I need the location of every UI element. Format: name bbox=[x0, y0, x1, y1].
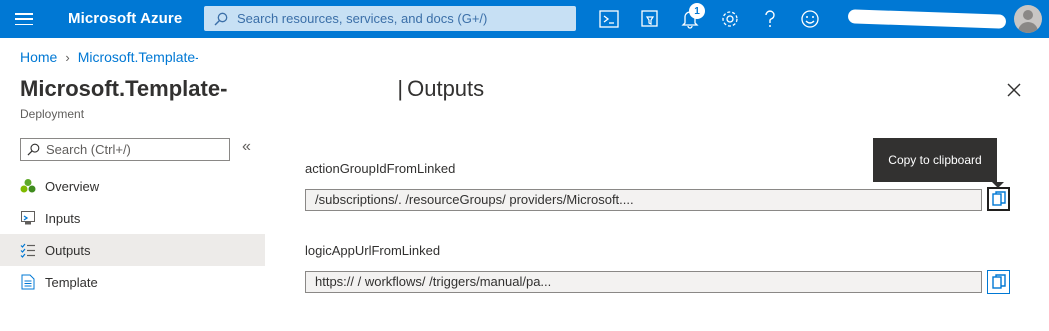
nav-item-template[interactable]: Template bbox=[0, 266, 265, 298]
nav-item-overview[interactable]: Overview bbox=[0, 170, 265, 202]
copy-to-clipboard-button[interactable] bbox=[987, 270, 1010, 294]
nav-item-label: Outputs bbox=[45, 242, 91, 258]
collapse-nav-icon[interactable]: « bbox=[242, 138, 251, 156]
cloud-shell-icon[interactable] bbox=[598, 8, 620, 30]
brand-title[interactable]: Microsoft Azure bbox=[68, 10, 182, 27]
settings-gear-icon[interactable] bbox=[719, 8, 741, 30]
nav-item-label: Overview bbox=[45, 178, 100, 194]
avatar[interactable] bbox=[1014, 5, 1042, 33]
help-icon[interactable] bbox=[759, 8, 781, 30]
copy-icon bbox=[991, 191, 1006, 206]
tooltip-beak bbox=[992, 182, 1004, 188]
nav-item-inputs[interactable]: Inputs bbox=[0, 202, 265, 234]
outputs-icon bbox=[20, 242, 36, 258]
feedback-smiley-icon[interactable] bbox=[799, 8, 821, 30]
inputs-icon bbox=[20, 210, 36, 226]
output-value-field[interactable]: https:// / workflows/ /triggers/manual/p… bbox=[305, 271, 982, 293]
notification-badge: 1 bbox=[689, 3, 705, 19]
tooltip: Copy to clipboard bbox=[873, 138, 997, 182]
redacted-breadcrumb bbox=[197, 50, 288, 64]
nav-search-input[interactable]: Search (Ctrl+/) bbox=[20, 138, 230, 161]
menu-icon[interactable] bbox=[12, 10, 36, 28]
search-icon bbox=[27, 143, 40, 156]
output-name: logicAppUrlFromLinked bbox=[305, 243, 441, 258]
nav-search-placeholder: Search (Ctrl+/) bbox=[46, 142, 131, 157]
breadcrumb: Home › Microsoft.Template-2 bbox=[20, 49, 288, 65]
account-menu[interactable] bbox=[847, 6, 1008, 32]
breadcrumb-resource[interactable]: Microsoft.Template-2 bbox=[78, 49, 208, 65]
top-bar: Microsoft Azure Search resources, servic… bbox=[0, 0, 1049, 38]
global-search-placeholder: Search resources, services, and docs (G+… bbox=[237, 11, 488, 26]
overview-icon bbox=[20, 178, 36, 194]
page-title: Microsoft.Template- bbox=[20, 76, 228, 101]
resource-type-label: Deployment bbox=[20, 107, 85, 121]
breadcrumb-home[interactable]: Home bbox=[20, 49, 57, 65]
chevron-right-icon: › bbox=[65, 49, 70, 65]
nav-item-label: Inputs bbox=[45, 210, 81, 226]
redacted-account-name bbox=[847, 9, 1007, 29]
copy-to-clipboard-button[interactable] bbox=[987, 187, 1010, 211]
output-value-field[interactable]: /subscriptions/. /resourceGroups/ provid… bbox=[305, 189, 982, 211]
template-icon bbox=[20, 274, 36, 290]
nav-item-outputs[interactable]: Outputs bbox=[0, 234, 265, 266]
copy-icon bbox=[991, 274, 1006, 289]
nav-item-label: Template bbox=[45, 274, 98, 290]
search-icon bbox=[214, 12, 228, 25]
directory-filter-icon[interactable] bbox=[639, 8, 661, 30]
close-icon[interactable] bbox=[1004, 80, 1024, 100]
global-search-input[interactable]: Search resources, services, and docs (G+… bbox=[204, 6, 576, 31]
output-name: actionGroupIdFromLinked bbox=[305, 161, 456, 176]
blade-subtitle: Outputs bbox=[407, 76, 485, 101]
blade-header: Microsoft.Template- | Outputs bbox=[20, 76, 484, 102]
title-separator: | bbox=[397, 76, 404, 101]
